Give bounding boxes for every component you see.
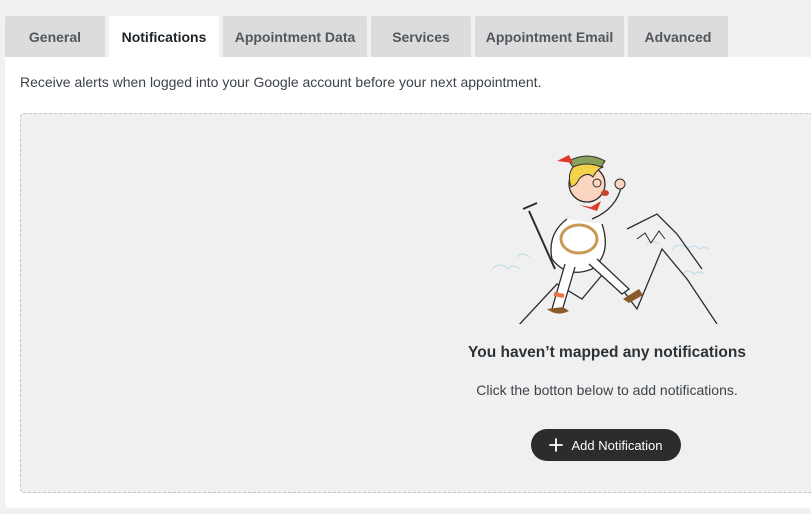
notifications-panel: Receive alerts when logged into your Goo… bbox=[5, 57, 811, 508]
add-notification-button[interactable]: Add Notification bbox=[531, 429, 681, 461]
empty-state-title: You haven’t mapped any notifications bbox=[468, 344, 746, 361]
notifications-intro-text: Receive alerts when logged into your Goo… bbox=[20, 74, 542, 90]
tab-appointment-email[interactable]: Appointment Email bbox=[475, 16, 624, 57]
empty-state-box: You haven’t mapped any notifications Cli… bbox=[20, 113, 811, 493]
tab-advanced[interactable]: Advanced bbox=[628, 16, 728, 57]
tab-notifications[interactable]: Notifications bbox=[109, 16, 219, 58]
mountain-climber-illustration bbox=[491, 155, 718, 324]
tab-general[interactable]: General bbox=[5, 16, 105, 57]
add-notification-label: Add Notification bbox=[571, 437, 663, 453]
tab-appointment-data[interactable]: Appointment Data bbox=[223, 16, 367, 57]
plus-icon bbox=[549, 438, 564, 452]
settings-tabs: General Notifications Appointment Data S… bbox=[5, 16, 728, 58]
empty-state-text: Click the botton below to add notificati… bbox=[476, 382, 738, 398]
tab-services[interactable]: Services bbox=[371, 16, 471, 57]
